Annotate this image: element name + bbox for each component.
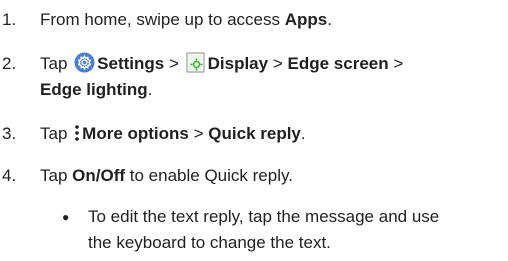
bullet-dot: ●: [62, 210, 70, 224]
step-number: 3.: [2, 124, 17, 143]
tap-word: Tap: [40, 54, 68, 73]
on-off-label: On/Off: [72, 166, 126, 185]
settings-label: Settings: [97, 54, 165, 73]
apps-label: Apps: [284, 10, 328, 29]
display-icon: [186, 52, 206, 81]
step-text: From home, swipe up to access Apps.: [40, 6, 332, 33]
edge-lighting-label: Edge lighting: [40, 80, 148, 99]
bullet-text-line-1: To edit the text reply, tap the message …: [88, 207, 440, 226]
step-number: 1.: [2, 10, 17, 29]
period: .: [327, 10, 332, 29]
step-number: 2.: [2, 54, 17, 73]
step-text-part: From home, swipe up to access: [40, 10, 285, 29]
separator: >: [272, 54, 283, 73]
edge-screen-label: Edge screen: [287, 54, 389, 73]
tap-word: Tap: [40, 166, 68, 185]
separator: >: [168, 54, 179, 73]
step-text: Tap More options > Quick reply.: [40, 120, 306, 151]
step-text: Tap On/Off to enable Quick reply.: [40, 162, 293, 189]
more-options-icon: [73, 123, 81, 151]
display-label: Display: [207, 54, 269, 73]
tap-word: Tap: [40, 124, 68, 143]
step-number: 4.: [2, 166, 17, 185]
period: .: [300, 124, 306, 143]
quick-reply-label: Quick reply: [208, 124, 301, 143]
bullet-text-line-2: the keyboard to change the text.: [88, 233, 331, 252]
separator: >: [193, 124, 204, 143]
step-text: Edge lighting.: [40, 76, 152, 103]
more-options-label: More options: [82, 124, 189, 143]
step-text-part: to enable Quick reply.: [125, 166, 293, 185]
period: .: [147, 80, 153, 99]
separator: >: [393, 54, 404, 73]
